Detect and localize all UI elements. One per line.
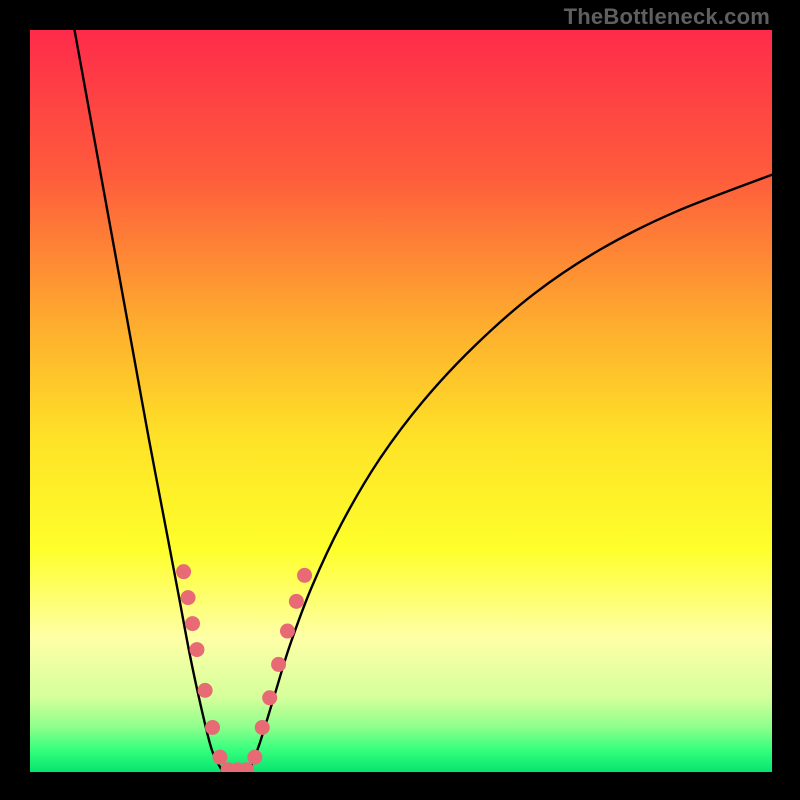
data-marker <box>297 568 312 583</box>
data-marker <box>289 594 304 609</box>
data-marker <box>185 616 200 631</box>
data-marker <box>176 564 191 579</box>
data-marker <box>181 590 196 605</box>
data-marker <box>271 657 286 672</box>
outer-frame: TheBottleneck.com <box>0 0 800 800</box>
chart-plot-area <box>30 30 772 772</box>
data-marker <box>262 690 277 705</box>
watermark-text: TheBottleneck.com <box>564 4 770 30</box>
data-marker <box>189 642 204 657</box>
data-marker <box>255 720 270 735</box>
data-marker <box>247 750 262 765</box>
data-marker <box>280 624 295 639</box>
bottleneck-curve-chart <box>30 30 772 772</box>
data-marker <box>205 720 220 735</box>
data-marker <box>198 683 213 698</box>
data-marker <box>212 750 227 765</box>
